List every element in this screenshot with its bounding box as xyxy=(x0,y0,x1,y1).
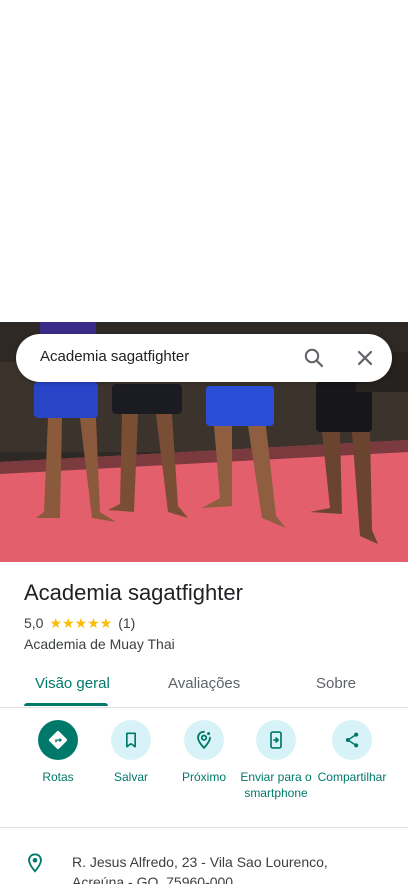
directions-icon xyxy=(49,731,67,749)
active-tab-indicator xyxy=(24,703,108,706)
search-input[interactable]: Academia sagatfighter xyxy=(40,348,189,365)
nearby-label: Próximo xyxy=(181,770,226,784)
place-category[interactable]: Academia de Muay Thai xyxy=(24,636,175,652)
send-to-phone-button[interactable]: Enviar para o smartphone xyxy=(238,720,314,801)
directions-circle xyxy=(38,720,78,760)
star-rating-icon: ★★★★★ xyxy=(49,614,113,631)
tab-about[interactable]: Sobre xyxy=(316,675,356,692)
nearby-icon xyxy=(197,730,211,750)
section-divider xyxy=(0,827,408,828)
share-circle xyxy=(332,720,372,760)
send-to-phone-circle xyxy=(256,720,296,760)
bookmark-icon xyxy=(126,732,136,748)
review-count[interactable]: (1) xyxy=(118,615,135,631)
nearby-button[interactable]: Próximo xyxy=(166,720,242,785)
search-bar[interactable]: Academia sagatfighter xyxy=(16,334,392,382)
place-page: Academia sagatfighter Academia sagatfigh… xyxy=(0,0,408,884)
directions-button[interactable]: Rotas xyxy=(20,720,96,785)
search-icon[interactable] xyxy=(302,346,326,370)
share-label: Compartilhar xyxy=(317,770,387,784)
tab-bar: Visão geral Avaliações Sobre xyxy=(0,666,408,708)
close-icon[interactable] xyxy=(353,346,377,370)
directions-label: Rotas xyxy=(42,770,74,784)
save-label: Salvar xyxy=(113,770,148,784)
tab-reviews[interactable]: Avaliações xyxy=(168,675,240,692)
send-to-phone-icon xyxy=(270,731,282,749)
share-icon xyxy=(345,732,359,748)
address-text[interactable]: R. Jesus Alfredo, 23 - Vila Sao Lourenco… xyxy=(72,852,372,884)
save-button[interactable]: Salvar xyxy=(93,720,169,785)
nearby-circle xyxy=(184,720,224,760)
send-to-phone-label: Enviar para o smartphone xyxy=(240,770,312,800)
tab-overview[interactable]: Visão geral xyxy=(35,675,110,692)
save-circle xyxy=(111,720,151,760)
rating-value: 5,0 xyxy=(24,615,44,631)
share-button[interactable]: Compartilhar xyxy=(311,720,393,785)
place-title: Academia sagatfighter xyxy=(24,580,243,605)
rating-row[interactable]: 5,0 ★★★★★ (1) xyxy=(24,614,135,632)
location-pin-icon xyxy=(24,852,46,874)
